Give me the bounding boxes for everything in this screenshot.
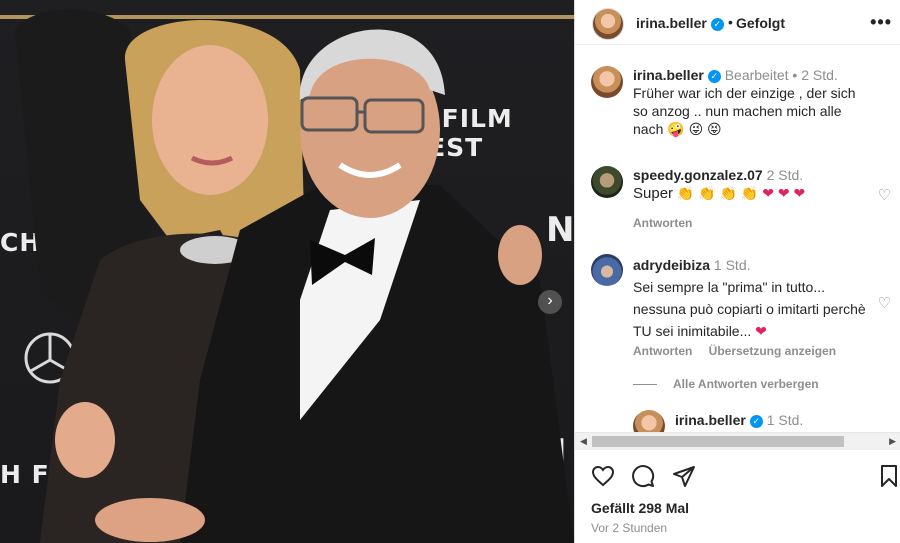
like-comment-heart-icon[interactable]: ♡ (878, 186, 891, 204)
comment-meta: Bearbeitet • 2 Std. (724, 67, 838, 83)
follow-status-button[interactable]: Gefolgt (736, 15, 785, 31)
reply-meta: 1 Std. (766, 412, 804, 428)
next-photo-button[interactable]: › (538, 290, 562, 314)
like-comment-heart-icon[interactable]: ♡ (878, 294, 891, 312)
reply-item: irina.beller ✓ 1 Std. (633, 410, 893, 432)
scroll-right-arrow-icon[interactable]: ▶ (889, 436, 896, 447)
share-icon[interactable] (672, 464, 696, 488)
comment-body: adrydeibiza 1 Std. Sei sempre la "prima"… (633, 254, 873, 342)
heart-emoji: ❤ (755, 323, 767, 339)
reply-avatar[interactable] (633, 410, 665, 432)
comment-body: speedy.gonzalez.07 2 Std. Super 👏 👏 👏 👏 … (633, 166, 873, 203)
bookmark-icon[interactable] (877, 464, 900, 488)
verified-badge-icon: ✓ (710, 17, 724, 31)
author-username[interactable]: irina.beller (636, 15, 707, 31)
reply-button[interactable]: Antworten (633, 216, 692, 230)
comment-username[interactable]: adrydeibiza (633, 257, 710, 273)
author-username-link[interactable]: irina.beller ✓ (636, 15, 724, 31)
horizontal-scrollbar[interactable]: ◀ ▶ (575, 432, 900, 449)
comment-icon[interactable] (631, 464, 655, 488)
author-avatar[interactable] (592, 8, 624, 40)
comment-text: Super (633, 185, 674, 202)
comment-username[interactable]: irina.beller (633, 67, 704, 83)
post-side-panel: irina.beller ✓ • Gefolgt ••• irina.beller… (574, 0, 900, 543)
photo-people-illustration (15, 9, 574, 543)
comment-actions: Antworten Übersetzung anzeigen (633, 344, 849, 358)
heart-icon[interactable] (591, 464, 615, 488)
post-timestamp[interactable]: Vor 2 Stunden (591, 521, 667, 535)
comment-avatar[interactable] (591, 254, 623, 286)
scroll-left-arrow-icon[interactable]: ◀ (580, 436, 587, 447)
reply-button[interactable]: Antworten (633, 344, 692, 358)
more-options-icon[interactable]: ••• (870, 12, 892, 33)
reply-username[interactable]: irina.beller (675, 412, 746, 428)
post-actions-bar: Gefällt 298 Mal Vor 2 Stunden (575, 449, 900, 543)
reply-body: irina.beller ✓ 1 Std. (675, 412, 803, 428)
likes-count[interactable]: Gefällt 298 Mal (591, 500, 689, 516)
comment-text: Sei sempre la "prima" in tutto... nessun… (633, 279, 866, 339)
verified-badge-icon: ✓ (749, 414, 763, 428)
comment-body: irina.beller ✓ Bearbeitet • 2 Std. Früher… (633, 66, 873, 138)
translate-button[interactable]: Übersetzung anzeigen (709, 344, 836, 358)
verified-badge-icon: ✓ (707, 69, 721, 83)
scrollbar-thumb[interactable] (592, 436, 844, 447)
post-photo: H FILM FEST CH N H FIL N (0, 0, 574, 543)
heart-emoji: ❤ ❤ ❤ (762, 185, 806, 201)
clap-emoji: 👏 👏 👏 👏 (676, 185, 759, 201)
comment-username[interactable]: speedy.gonzalez.07 (633, 167, 763, 183)
hide-replies-button[interactable]: Alle Antworten verbergen (633, 377, 819, 391)
post-header: irina.beller ✓ • Gefolgt ••• (575, 0, 900, 45)
header-separator: • (728, 14, 733, 30)
comment-actions: Antworten (633, 216, 705, 230)
comment-emoji: 🤪 😜 😝 (667, 121, 722, 137)
comment-meta: 2 Std. (766, 167, 804, 183)
comments-list[interactable]: irina.beller ✓ Bearbeitet • 2 Std. Früher… (575, 46, 900, 432)
comment-avatar[interactable] (591, 66, 623, 98)
comment-avatar[interactable] (591, 166, 623, 198)
comment-meta: 1 Std. (713, 257, 751, 273)
